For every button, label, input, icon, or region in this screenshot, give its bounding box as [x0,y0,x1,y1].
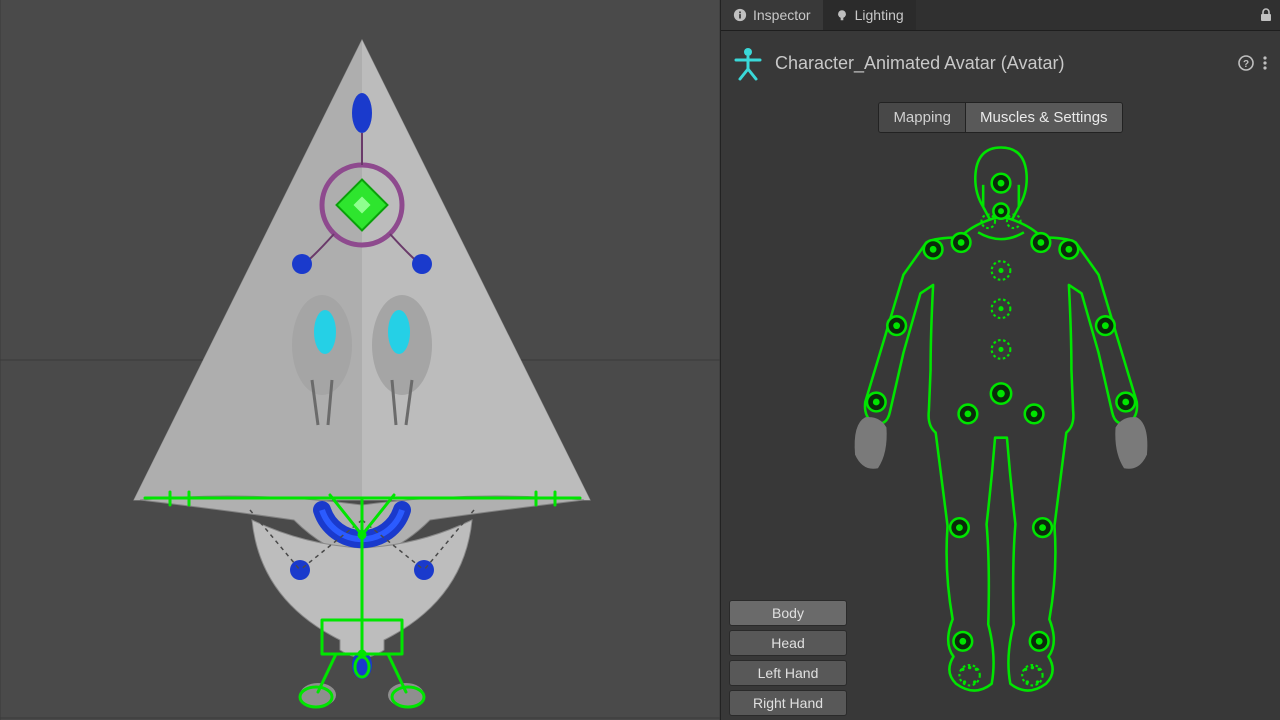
avatar-subtabs: Mapping Muscles & Settings [721,95,1280,139]
lightbulb-icon [835,8,849,22]
humanoid-mapping-view[interactable]: Body Head Left Hand Right Hand [721,139,1280,720]
node-arm-l [292,254,312,274]
help-icon[interactable]: ? [1232,55,1260,71]
node-arm-r [412,254,432,274]
subtab-mapping[interactable]: Mapping [879,103,965,132]
body-part-buttons: Body Head Left Hand Right Hand [729,600,847,716]
tab-lighting[interactable]: Lighting [823,0,916,30]
tab-inspector[interactable]: Inspector [721,0,823,30]
tab-lighting-label: Lighting [855,7,904,23]
tab-row: Inspector Lighting [721,0,1280,31]
scene-viewport[interactable] [0,0,720,720]
asset-name: Character_Animated Avatar (Avatar) [769,53,1232,74]
humanoid-bone-nodes[interactable] [866,174,1134,651]
node-hip-r [414,560,434,580]
info-icon [733,8,747,22]
avatar-icon [727,42,769,84]
kebab-menu-icon[interactable] [1260,55,1270,71]
part-button-left-hand[interactable]: Left Hand [729,660,847,686]
part-button-right-hand[interactable]: Right Hand [729,690,847,716]
humanoid-hands [854,417,1147,469]
subtab-muscles[interactable]: Muscles & Settings [965,103,1122,132]
root: Inspector Lighting [0,0,1280,720]
humanoid-optional-nodes[interactable] [959,215,1042,686]
part-button-head[interactable]: Head [729,630,847,656]
tab-inspector-label: Inspector [753,7,811,23]
lock-icon[interactable] [1260,8,1280,22]
asset-header: Character_Animated Avatar (Avatar) ? [721,31,1280,95]
node-top [352,93,372,133]
svg-text:?: ? [1243,59,1249,70]
node-hip-l [290,560,310,580]
part-button-body[interactable]: Body [729,600,847,626]
inspector-panel: Inspector Lighting [720,0,1280,720]
